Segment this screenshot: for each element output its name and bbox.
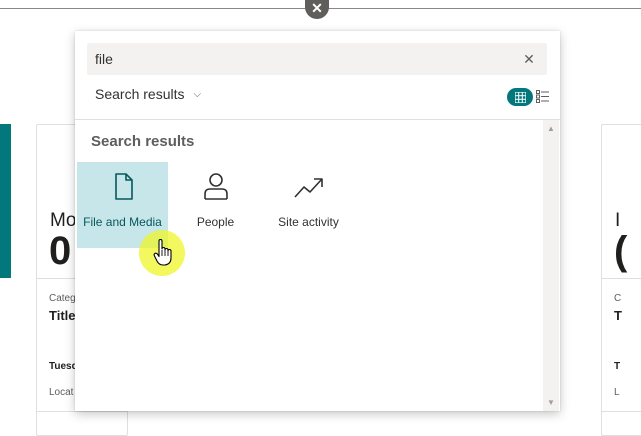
card-day: Tuesd [49,361,78,372]
close-icon: ✕ [311,0,323,16]
result-label: People [196,215,235,229]
close-icon[interactable]: ✕ [521,51,537,67]
card-location: Locat [49,387,74,398]
panel-divider [75,119,560,120]
card-divider [602,278,641,279]
hand-pointer-icon [153,239,172,266]
search-input[interactable] [95,43,515,75]
result-label: Site activity [278,215,339,229]
grid-icon [514,91,526,103]
results-scrollbar[interactable]: ▲ ▼ [543,120,559,411]
card-category: C [614,293,622,304]
scope-label: Search results [95,86,185,102]
card-day: T [614,361,621,372]
grid-view-button[interactable] [507,88,533,106]
document-icon [114,173,133,200]
card-location: L [614,387,620,398]
card-date-number: 0 [49,229,72,273]
result-site-activity[interactable]: Site activity [263,162,354,248]
results-heading: Search results [91,133,195,150]
card-title: T [614,308,622,323]
scroll-up-arrow-icon[interactable]: ▲ [547,124,555,133]
card-divider [602,411,641,412]
person-icon [203,173,228,200]
scroll-down-arrow-icon[interactable]: ▼ [547,398,555,407]
teal-accent-bar [0,124,11,278]
trending-up-icon [293,178,323,198]
list-icon[interactable] [536,90,549,103]
web-part-picker-panel: ✕ Search results ⌵ Search results File a… [75,31,560,411]
event-card-right[interactable]: I ( C T T L [601,124,641,436]
card-category: Categ [49,293,76,304]
search-box: ✕ [87,43,547,75]
result-people[interactable]: People [170,162,261,248]
result-label: File and Media [83,215,162,229]
close-button[interactable]: ✕ [305,0,329,19]
card-title: Title [49,308,76,323]
search-scope-dropdown[interactable]: Search results ⌵ [95,86,201,102]
chevron-down-icon: ⌵ [193,88,202,100]
card-date-number: ( [614,229,628,273]
card-divider [37,411,127,412]
